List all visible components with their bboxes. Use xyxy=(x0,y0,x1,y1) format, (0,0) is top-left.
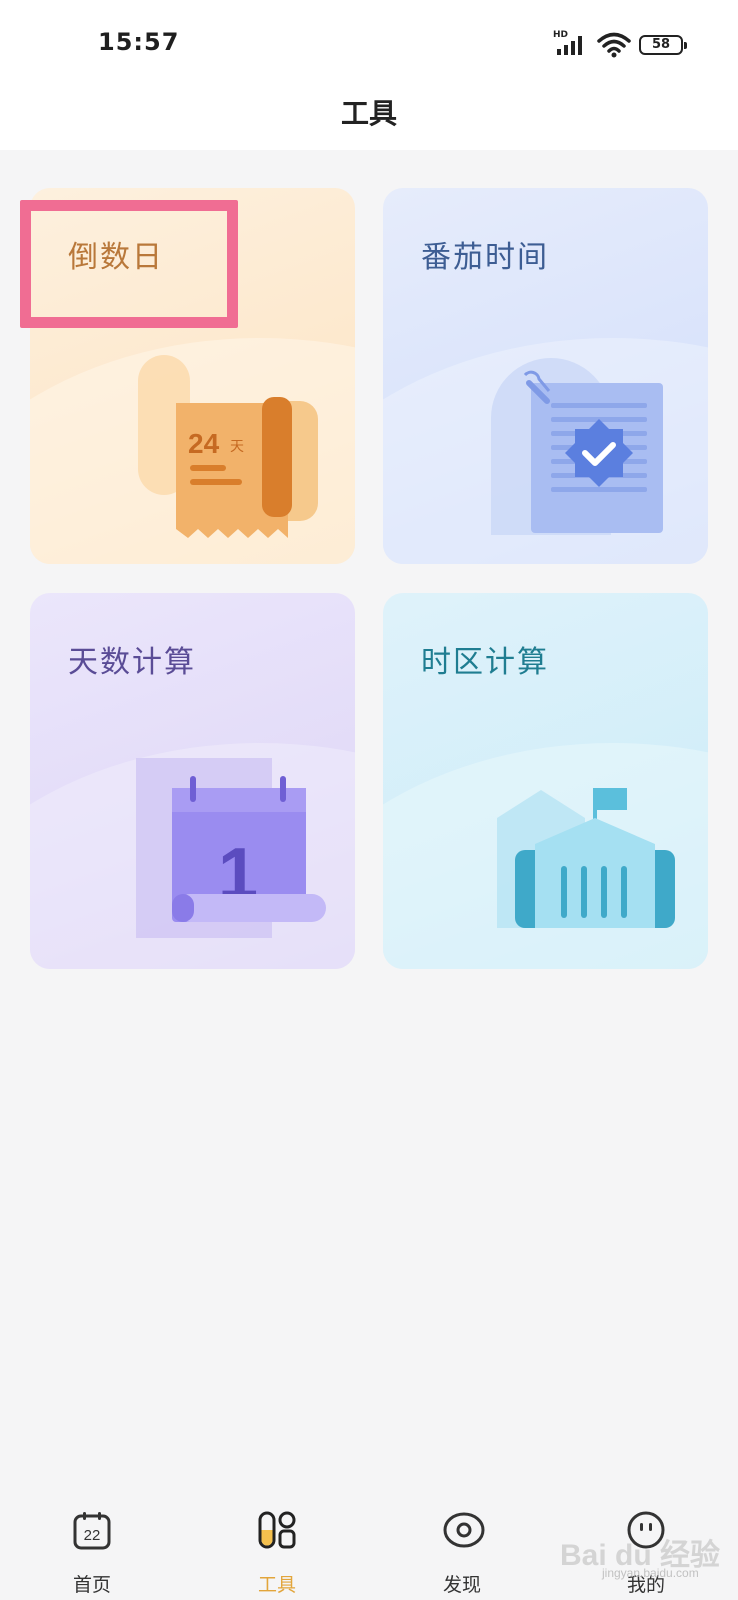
tab-home[interactable]: 22 首页 xyxy=(32,1510,152,1600)
calendar-22-text: 22 xyxy=(84,1527,101,1544)
status-icons: HD 58 xyxy=(553,30,693,58)
card-title: 番茄时间 xyxy=(421,240,549,275)
receipt-number: 24 xyxy=(188,428,220,459)
wifi-icon xyxy=(597,32,631,58)
card-title: 天数计算 xyxy=(68,645,196,680)
tool-card-day-count[interactable]: 天数计算 1 xyxy=(30,593,355,969)
tab-tools[interactable]: 工具 xyxy=(217,1510,337,1600)
status-bar: 15:57 HD 58 xyxy=(0,0,738,90)
building-flag-icon xyxy=(497,788,675,928)
tab-label: 首页 xyxy=(72,1574,111,1596)
highlight-box xyxy=(20,200,238,328)
page-title: 工具 xyxy=(340,97,397,130)
watermark-url: jingyan.baidu.com xyxy=(602,1566,699,1580)
tab-label: 发现 xyxy=(442,1574,481,1596)
countdown-receipt-icon: 24 天 xyxy=(138,355,318,538)
eye-icon xyxy=(443,1512,485,1548)
tool-card-pomodoro[interactable]: 番茄时间 xyxy=(383,188,708,564)
calendar-icon: 1 xyxy=(136,758,326,938)
tool-card-timezone[interactable]: 时区计算 xyxy=(383,593,708,969)
tools-grid-icon xyxy=(258,1511,296,1549)
tab-label: 工具 xyxy=(257,1574,296,1596)
calendar-22-icon: 22 xyxy=(73,1512,111,1550)
page-header: 工具 xyxy=(0,80,738,150)
battery-indicator: 58 xyxy=(639,35,687,55)
signal-icon xyxy=(557,36,582,55)
status-time: 15:57 xyxy=(98,28,180,56)
tab-discover[interactable]: 发现 xyxy=(402,1510,522,1600)
pomodoro-checklist-icon xyxy=(491,358,663,535)
card-title: 时区计算 xyxy=(421,645,549,680)
receipt-unit: 天 xyxy=(230,439,244,455)
